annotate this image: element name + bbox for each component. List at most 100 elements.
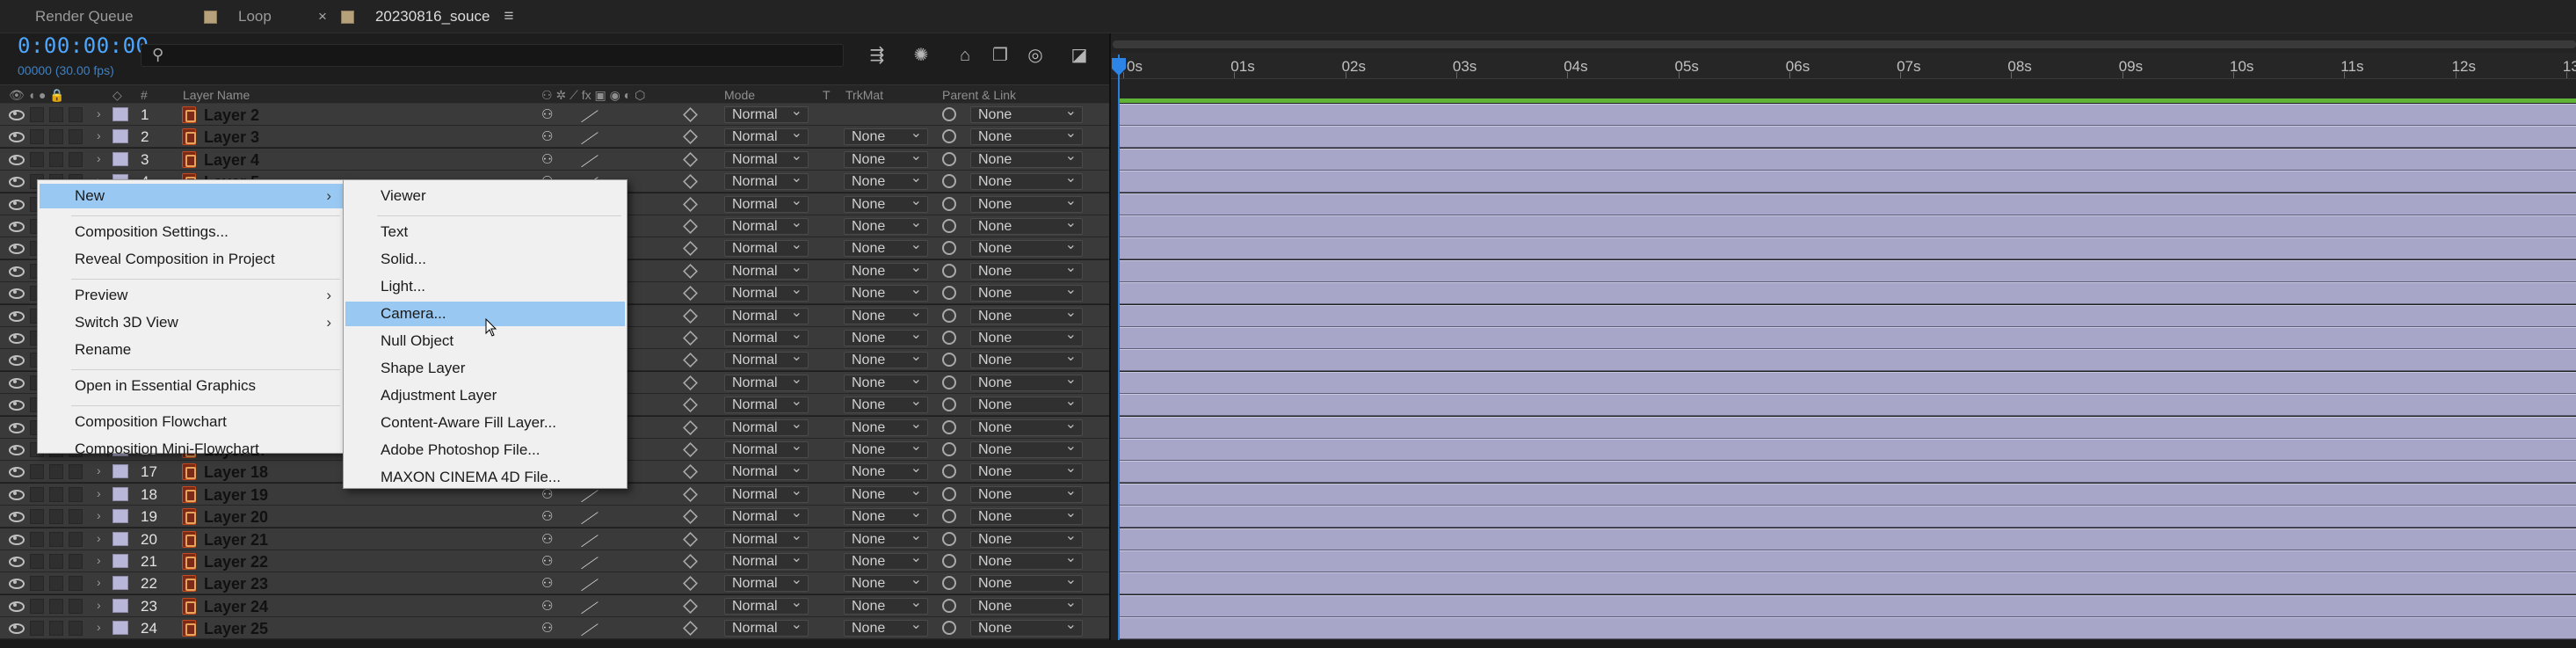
solo-toggle[interactable] [49,151,63,167]
shy-switch-icon[interactable]: ⚇ [541,508,553,524]
shy-switch-icon[interactable]: ⚇ [541,531,553,547]
shy-switch-icon[interactable]: ⚇ [541,128,553,144]
track-matte-select[interactable]: None [844,237,928,258]
layer-duration-bar[interactable] [1120,104,2576,126]
parent-select[interactable]: None [970,349,1083,369]
audio-toggle[interactable] [30,554,44,569]
track-matte-select[interactable]: None [844,349,928,369]
solo-toggle[interactable] [49,531,63,547]
solo-toggle[interactable] [49,554,63,569]
track-matte-select[interactable]: None [844,260,928,280]
layer-duration-bar[interactable] [1120,416,2576,439]
av-features-icon[interactable]: 👁 ◖ ● 🔒 [9,88,65,103]
audio-toggle[interactable] [30,486,44,502]
solo-toggle[interactable] [49,107,63,122]
label-color-swatch[interactable] [112,151,128,166]
3d-layer-icon[interactable] [683,107,698,122]
parent-select[interactable]: None [970,461,1083,481]
motion-blur-icon[interactable]: ◎ [1024,44,1047,67]
visibility-eye-icon[interactable] [9,130,25,143]
track-matte-select[interactable]: None [844,171,928,191]
audio-toggle[interactable] [30,464,44,480]
layer-row[interactable]: › 23 Layer 24 ⚇ ／ Normal None None [0,594,1109,618]
3d-layer-icon[interactable] [683,419,698,435]
blend-mode-select[interactable]: Normal [724,260,809,280]
layer-name[interactable]: Layer 25 [204,620,268,638]
layer-row[interactable]: › 20 Layer 21 ⚇ ／ Normal None None [0,528,1109,551]
label-color-swatch[interactable] [112,509,128,524]
audio-toggle[interactable] [30,151,44,167]
lock-toggle[interactable] [69,151,83,167]
layer-name[interactable]: Layer 19 [204,486,268,505]
track-matte-select[interactable]: None [844,595,928,615]
audio-toggle[interactable] [30,621,44,637]
menu-item-rename[interactable]: Rename [40,338,344,362]
pick-whip-icon[interactable] [942,353,956,368]
shy-switch-icon[interactable]: ⚇ [541,575,553,591]
blend-mode-select[interactable]: Normal [724,439,809,458]
parent-select[interactable]: None [970,372,1083,391]
visibility-eye-icon[interactable] [9,220,25,232]
visibility-eye-icon[interactable] [9,287,25,300]
layer-name[interactable]: Layer 23 [204,575,268,593]
time-navigator[interactable] [1113,40,2576,48]
3d-layer-icon[interactable] [683,331,698,346]
blend-mode-select[interactable]: Normal [724,550,809,570]
blend-mode-select[interactable]: Normal [724,171,809,191]
visibility-eye-icon[interactable] [9,443,25,455]
parent-select[interactable]: None [970,215,1083,235]
chevron-right-icon[interactable]: › [97,598,101,612]
visibility-eye-icon[interactable] [9,622,25,635]
shy-switch-icon[interactable]: ⚇ [541,598,553,614]
3d-layer-icon[interactable] [683,621,698,637]
visibility-eye-icon[interactable] [9,465,25,478]
layer-duration-bar[interactable] [1120,327,2576,349]
pick-whip-icon[interactable] [942,196,956,211]
blend-mode-select[interactable]: Normal [724,506,809,526]
label-color-swatch[interactable] [112,464,128,479]
menu-item-adobe-photoshop-file[interactable]: Adobe Photoshop File... [345,438,625,462]
3d-layer-icon[interactable] [683,464,698,480]
composition-mini-flowchart-icon[interactable]: ⇶ [866,44,889,67]
panel-menu-icon[interactable]: ≡ [504,7,513,26]
blend-mode-select[interactable]: Normal [724,372,809,391]
layer-name[interactable]: Layer 20 [204,508,268,527]
track-matte-select[interactable]: None [844,193,928,213]
audio-toggle[interactable] [30,509,44,525]
parent-select[interactable]: None [970,126,1083,146]
layer-name[interactable]: Layer 2 [204,106,259,125]
column-number[interactable]: # [141,88,148,102]
blend-mode-select[interactable]: Normal [724,349,809,369]
layer-duration-bar[interactable] [1120,193,2576,215]
visibility-eye-icon[interactable] [9,600,25,612]
layer-row[interactable]: › 24 Layer 25 ⚇ ／ Normal None None [0,617,1109,640]
label-column-icon[interactable]: ◇ [112,88,122,103]
blend-mode-select[interactable]: Normal [724,193,809,213]
3d-layer-icon[interactable] [683,263,698,279]
layer-row[interactable]: › 19 Layer 20 ⚇ ／ Normal None None [0,506,1109,529]
label-color-swatch[interactable] [112,486,128,501]
layer-name[interactable]: Layer 3 [204,128,259,147]
track-matte-select[interactable]: None [844,439,928,458]
track-matte-select[interactable]: None [844,372,928,391]
quality-switch-icon[interactable]: ／ [580,572,599,598]
lock-toggle[interactable] [69,486,83,502]
layer-duration-bar[interactable] [1120,148,2576,171]
chevron-right-icon[interactable]: › [97,553,101,567]
chevron-right-icon[interactable]: › [97,128,101,142]
layer-duration-bar[interactable] [1120,617,2576,640]
menu-item-content-aware-fill-layer[interactable]: Content-Aware Fill Layer... [345,411,625,435]
pick-whip-icon[interactable] [942,554,956,568]
column-mode[interactable]: Mode [724,88,755,102]
track-matte-select[interactable]: None [844,126,928,146]
visibility-eye-icon[interactable] [9,153,25,165]
lock-toggle[interactable] [69,464,83,480]
layer-name[interactable]: Layer 22 [204,553,268,572]
layer-duration-bar[interactable] [1120,572,2576,595]
3d-layer-icon[interactable] [683,509,698,525]
column-preserve-transparency[interactable]: T [823,88,831,102]
menu-item-adjustment-layer[interactable]: Adjustment Layer [345,383,625,408]
visibility-eye-icon[interactable] [9,555,25,567]
menu-item-preview[interactable]: Preview › [40,283,344,308]
blend-mode-select[interactable]: Normal [724,461,809,481]
